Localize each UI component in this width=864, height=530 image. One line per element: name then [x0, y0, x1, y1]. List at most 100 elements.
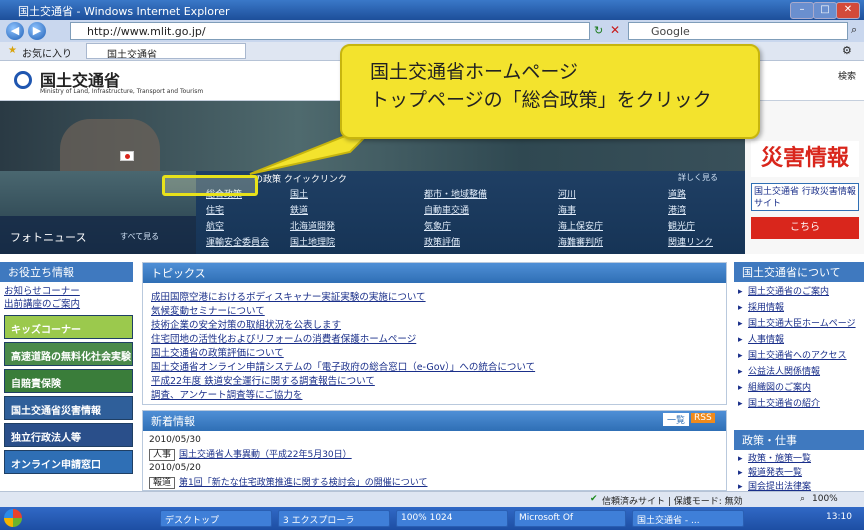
banner-4[interactable]: 国土交通省災害情報 [4, 396, 133, 420]
news-link[interactable]: 国土交通省人事異動（平成22年5月30日） [179, 450, 352, 460]
quicklink-item[interactable]: 北海道開発 [290, 219, 335, 232]
callout-line-2: トップページの「総合政策」をクリック [370, 89, 712, 111]
topic-item[interactable]: 国土交通省オンライン申請システムの「電子政府の総合窓口（e-Gov）」への統合に… [151, 361, 726, 375]
about-link[interactable]: 国土交通大臣ホームページ [738, 316, 864, 332]
banner-5[interactable]: 独立行政法人等 [4, 423, 133, 447]
quicklink-item[interactable]: 気象庁 [424, 219, 451, 232]
news-link[interactable]: 第1回「新たな住宅政策推進に関する検討会」の開催について [179, 478, 427, 488]
policy-work-link[interactable]: 政策・施策一覧 [738, 452, 864, 466]
quicklink-item[interactable]: 関連リンク [668, 235, 713, 248]
quicklink-item[interactable]: 都市・地域整備 [424, 187, 487, 200]
policy-work-link[interactable]: 報道発表一覧 [738, 466, 864, 480]
topic-item[interactable]: 平成22年度 鉄道安全運行に関する調査報告について [151, 375, 726, 389]
quicklink-item[interactable]: 海難審判所 [558, 235, 603, 248]
useful-info-column: お役立ち情報 お知らせコーナー 出前講座のご案内 キッズコーナー 高速道路の無料化社… [0, 262, 133, 491]
quicklink-item[interactable]: 鉄道 [290, 203, 308, 216]
ministry-logo [14, 71, 32, 89]
taskbar-item[interactable]: デスクトップ [160, 510, 272, 527]
quicklink-item[interactable]: 道路 [668, 187, 686, 200]
taskbar-item[interactable]: 100% 1024 [396, 510, 508, 527]
disaster-here-button[interactable]: こちら [751, 217, 859, 239]
quicklink-item[interactable]: 運輸安全委員会 [206, 235, 269, 248]
about-link[interactable]: 組織図のご案内 [738, 380, 864, 396]
quicklink-item[interactable]: 住宅 [206, 203, 224, 216]
callout-line-1: 国土交通省ホームページ [370, 61, 579, 83]
quicklink-item[interactable]: 河川 [558, 187, 576, 200]
topic-item[interactable]: 技術企業の安全対策の取組状況を公表します [151, 319, 726, 333]
security-zone[interactable]: 信頼済みサイト | 保護モード: 無効 [602, 494, 743, 507]
search-link[interactable]: 検索 [838, 69, 856, 82]
topic-item[interactable]: 住宅団地の活性化およびリフォームの消費者保護ホームページ [151, 333, 726, 347]
quicklink-item[interactable]: 国土 [290, 187, 308, 200]
forward-icon[interactable]: ▶ [28, 22, 46, 40]
instruction-callout: 国土交通省ホームページ トップページの「総合政策」をクリック [340, 44, 760, 139]
banner-2[interactable]: 高速道路の無料化社会実験 [4, 342, 133, 366]
quicklinks-more[interactable]: 詳しく見る [678, 172, 718, 183]
useful-info-links: お知らせコーナー 出前講座のご案内 [0, 282, 133, 311]
quicklink-item[interactable]: 政策評価 [424, 235, 460, 248]
about-link[interactable]: 国土交通省の紹介 [738, 396, 864, 412]
taskbar-item[interactable]: 国土交通省 - ... [632, 510, 744, 527]
about-link[interactable]: 公益法人関係情報 [738, 364, 864, 380]
news-header-label: 新着情報 [151, 415, 195, 428]
back-icon[interactable]: ◀ [6, 22, 24, 40]
quicklink-item[interactable]: 海上保安庁 [558, 219, 603, 232]
disaster-panel: 災害情報 国土交通省 行政災害情報サイト こちら [745, 101, 864, 254]
quicklink-item[interactable]: 海事 [558, 203, 576, 216]
favorites-button[interactable]: お気に入り [22, 45, 72, 60]
news-list: 2010/05/30 人事 国土交通省人事異動（平成22年5月30日） 2010/05… [143, 431, 726, 489]
search-icon[interactable]: ⌕ [851, 23, 857, 37]
address-toolbar: ◀ ▶ http://www.mlit.go.jp/ ↻ ✕ Google ⌕ [0, 20, 864, 42]
news-entry: 報道 第1回「新たな住宅政策推進に関する検討会」の開催について [149, 475, 726, 489]
refresh-icon[interactable]: ↻ [594, 24, 603, 37]
useful-info-link[interactable]: 出前講座のご案内 [4, 298, 133, 311]
banner-6[interactable]: オンライン申請窓口 [4, 450, 133, 474]
about-link[interactable]: 採用情報 [738, 300, 864, 316]
site-title-en: Ministry of Land, Infrastructure, Transp… [40, 88, 204, 95]
stop-icon[interactable]: ✕ [610, 23, 620, 37]
maximize-button[interactable]: □ [813, 2, 837, 19]
start-button-icon[interactable] [4, 509, 22, 527]
taskbar-item[interactable]: 3 エクスプローラ [278, 510, 390, 527]
about-header: 国土交通省について [734, 262, 864, 282]
quicklink-item[interactable]: 航空 [206, 219, 224, 232]
clock: 13:10 [826, 512, 852, 522]
about-link[interactable]: 国土交通省へのアクセス [738, 348, 864, 364]
quicklink-item[interactable]: 自動車交通 [424, 203, 469, 216]
minimize-button[interactable]: – [790, 2, 814, 19]
news-tag: 報道 [149, 477, 176, 489]
about-link[interactable]: 国土交通省のご案内 [738, 284, 864, 300]
star-icon[interactable]: ★ [8, 45, 17, 56]
task-list: デスクトップ 3 エクスプローラ 100% 1024 Microsoft Of 国土交通… [160, 507, 750, 530]
browser-tab[interactable]: 国土交通省 [86, 43, 246, 59]
hero-figures [60, 119, 160, 171]
topic-item[interactable]: 成田国際空港におけるボディスキャナー実証実験の実施について [151, 291, 726, 305]
disaster-title[interactable]: 災害情報 [751, 141, 859, 177]
photo-news-more[interactable]: すべて見る [120, 231, 159, 242]
zoom-level[interactable]: 100% [812, 494, 838, 504]
disaster-site-link[interactable]: 国土交通省 行政災害情報サイト [751, 183, 859, 211]
taskbar-item[interactable]: Microsoft Of [514, 510, 626, 527]
news-panel: 新着情報 一覧 RSS 2010/05/30 人事 国土交通省人事異動（平成22年5… [142, 410, 727, 491]
news-more-button[interactable]: 一覧 [663, 413, 690, 426]
search-input[interactable]: Google [628, 22, 848, 40]
about-links: 国土交通省のご案内採用情報国土交通大臣ホームページ人事情報国土交通省へのアクセス… [734, 282, 864, 426]
banner-3[interactable]: 自賠責保険 [4, 369, 133, 393]
topic-item[interactable]: 国土交通省の政策評価について [151, 347, 726, 361]
quicklink-item[interactable]: 港湾 [668, 203, 686, 216]
address-input[interactable]: http://www.mlit.go.jp/ [70, 22, 590, 40]
rss-button[interactable]: RSS [691, 413, 715, 423]
photo-news-label: フォトニュース [10, 231, 87, 244]
about-link[interactable]: 人事情報 [738, 332, 864, 348]
quicklink-item[interactable]: 観光庁 [668, 219, 695, 232]
news-date: 2010/05/30 [149, 435, 201, 445]
quicklink-item[interactable]: 国土地理院 [290, 235, 335, 248]
news-header: 新着情報 一覧 RSS [143, 411, 726, 431]
useful-info-link[interactable]: お知らせコーナー [4, 285, 133, 298]
topic-item[interactable]: 気候変動セミナーについて [151, 305, 726, 319]
banner-1[interactable]: キッズコーナー [4, 315, 133, 339]
tools-icon[interactable]: ⚙ [842, 44, 852, 57]
topic-item[interactable]: 調査、アンケート調査等にご協力を [151, 389, 726, 403]
close-button[interactable]: ✕ [836, 2, 860, 19]
policy-work-header: 政策・仕事 [734, 430, 864, 450]
